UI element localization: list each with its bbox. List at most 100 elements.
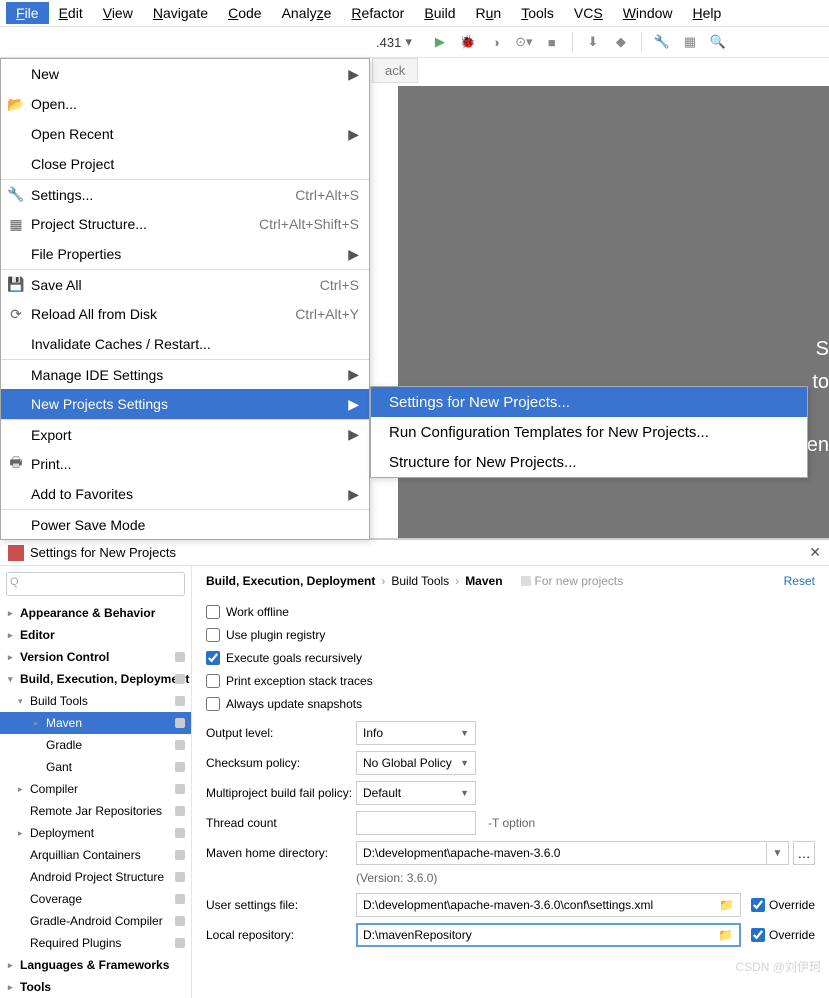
local-repo-input[interactable]: D:\mavenRepository📁 [356,923,741,947]
debug-icon[interactable]: 🐞 [457,31,479,53]
tree-node-maven[interactable]: ▸Maven [0,712,191,734]
maven-home-input[interactable]: D:\development\apache-maven-3.6.0 [356,841,767,865]
scope-tag-icon [175,850,185,860]
menu-view[interactable]: View [93,2,143,24]
run-config-text: .431 [376,35,401,50]
editor-tab[interactable]: ack [372,58,418,83]
tree-node-version-control[interactable]: ▸Version Control [0,646,191,668]
submenu-arrow-icon: ▶ [348,426,359,443]
wrench-icon[interactable]: 🔧 [651,31,673,53]
tree-node-arquillian-containers[interactable]: Arquillian Containers [0,844,191,866]
folder-icon[interactable]: 📁 [718,928,733,942]
tree-node-gradle[interactable]: Gradle [0,734,191,756]
coverage-icon[interactable]: ◑ [485,31,507,53]
menu-analyze[interactable]: Analyze [272,2,342,24]
run-config-dropdown[interactable]: ▾ [405,34,412,50]
override-repo-checkbox[interactable] [751,928,765,942]
menu-item-project-structure-[interactable]: ▦Project Structure...Ctrl+Alt+Shift+S [1,209,369,239]
stop-icon[interactable]: ■ [541,31,563,53]
scope-tag-icon [175,784,185,794]
submenu-arrow-icon: ▶ [348,366,359,383]
multiproject-select[interactable]: Default▼ [356,781,476,805]
tree-node-build-tools[interactable]: ▾Build Tools [0,690,191,712]
tree-node-gant[interactable]: Gant [0,756,191,778]
tree-node-editor[interactable]: ▸Editor [0,624,191,646]
menu-window[interactable]: Window [613,2,683,24]
run-icon[interactable]: ▶ [429,31,451,53]
menu-vcs[interactable]: VCS [564,2,613,24]
search-input[interactable] [6,572,185,596]
exec-recursive-checkbox[interactable] [206,651,220,665]
tree-node-compiler[interactable]: ▸Compiler [0,778,191,800]
tree-node-languages-frameworks[interactable]: ▸Languages & Frameworks [0,954,191,976]
vcs-commit-icon[interactable]: ◆ [610,31,632,53]
menu-edit[interactable]: Edit [49,2,93,24]
menu-item-open-recent[interactable]: Open Recent▶ [1,119,369,149]
override-user-checkbox[interactable] [751,898,765,912]
menu-item-power-save-mode[interactable]: Power Save Mode [1,509,369,539]
use-plugin-checkbox[interactable] [206,628,220,642]
menu-item-new-projects-settings[interactable]: New Projects Settings▶ [1,389,369,419]
scope-tag-icon [175,916,185,926]
tree-node-appearance-behavior[interactable]: ▸Appearance & Behavior [0,602,191,624]
menu-item-file-properties[interactable]: File Properties▶ [1,239,369,269]
menu-code[interactable]: Code [218,2,271,24]
menu-navigate[interactable]: Navigate [143,2,218,24]
tree-node-build-execution-deployment[interactable]: ▾Build, Execution, Deployment [0,668,191,690]
thread-count-input[interactable] [356,811,476,835]
scope-tag-icon [175,762,185,772]
menu-item-export[interactable]: Export▶ [1,419,369,449]
menu-item-reload-all-from-disk[interactable]: ⟳Reload All from DiskCtrl+Alt+Y [1,299,369,329]
settings-content: Build, Execution, Deployment › Build Too… [192,566,829,998]
menu-item-add-to-favorites[interactable]: Add to Favorites▶ [1,479,369,509]
submenu-item[interactable]: Run Configuration Templates for New Proj… [371,417,807,447]
vcs-update-icon[interactable]: ⬇ [582,31,604,53]
tree-node-deployment[interactable]: ▸Deployment [0,822,191,844]
menu-build[interactable]: Build [414,2,465,24]
menu-run[interactable]: Run [466,2,512,24]
settings-titlebar: Settings for New Projects ✕ [0,540,829,566]
always-update-checkbox[interactable] [206,697,220,711]
user-settings-input[interactable]: D:\development\apache-maven-3.6.0\conf\s… [356,893,741,917]
menu-item-new[interactable]: New▶ [1,59,369,89]
submenu-item[interactable]: Structure for New Projects... [371,447,807,477]
profile-icon[interactable]: ⊙▾ [513,31,535,53]
tree-node-android-project-structure[interactable]: Android Project Structure [0,866,191,888]
menu-item-print-[interactable]: 🖶Print... [1,449,369,479]
toolbar: .431 ▾ ▶ 🐞 ◑ ⊙▾ ■ ⬇ ◆ 🔧 ▦ 🔍 [0,26,829,58]
scope-tag-icon [175,718,185,728]
menu-file[interactable]: File [6,2,49,24]
tree-node-gradle-android-compiler[interactable]: Gradle-Android Compiler [0,910,191,932]
watermark: CSDN @刘伊珂 [735,958,821,975]
menu-item-save-all[interactable]: 💾Save AllCtrl+S [1,269,369,299]
tree-node-coverage[interactable]: Coverage [0,888,191,910]
output-level-select[interactable]: Info▼ [356,721,476,745]
menu-refactor[interactable]: Refactor [341,2,414,24]
folder-icon[interactable]: 📁 [719,898,734,912]
menu-item-invalidate-caches-restart-[interactable]: Invalidate Caches / Restart... [1,329,369,359]
menu-item-manage-ide-settings[interactable]: Manage IDE Settings▶ [1,359,369,389]
menubar: File Edit View Navigate Code Analyze Ref… [0,0,829,26]
scope-tag-icon [175,938,185,948]
tree-node-tools[interactable]: ▸Tools [0,976,191,998]
work-offline-checkbox[interactable] [206,605,220,619]
settings-dialog: Settings for New Projects ✕ Q ▸Appearanc… [0,539,829,998]
menu-tools[interactable]: Tools [511,2,564,24]
reset-link[interactable]: Reset [784,574,815,588]
tree-node-remote-jar-repositories[interactable]: Remote Jar Repositories [0,800,191,822]
structure-icon[interactable]: ▦ [679,31,701,53]
print-exc-checkbox[interactable] [206,674,220,688]
close-icon[interactable]: ✕ [809,544,821,561]
maven-home-dropdown[interactable]: ▼ [767,841,789,865]
menu-help[interactable]: Help [683,2,732,24]
scope-tag-icon [175,828,185,838]
submenu-item[interactable]: Settings for New Projects... [371,387,807,417]
menu-item-open-[interactable]: 📂Open... [1,89,369,119]
menu-item-settings-[interactable]: 🔧Settings...Ctrl+Alt+S [1,179,369,209]
search-icon[interactable]: 🔍 [707,31,729,53]
maven-home-browse[interactable]: … [793,841,815,865]
file-menu-dropdown: New▶📂Open...Open Recent▶Close Project🔧Se… [0,58,370,540]
checksum-select[interactable]: No Global Policy▼ [356,751,476,775]
tree-node-required-plugins[interactable]: Required Plugins [0,932,191,954]
menu-item-close-project[interactable]: Close Project [1,149,369,179]
